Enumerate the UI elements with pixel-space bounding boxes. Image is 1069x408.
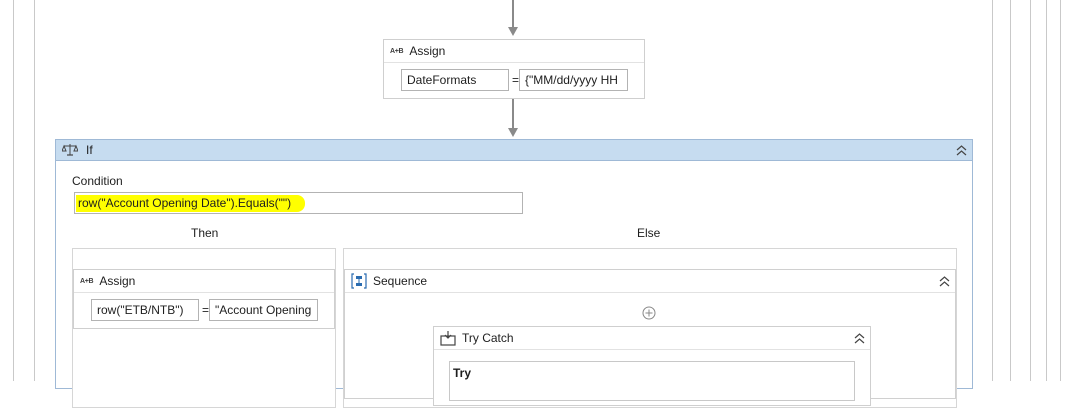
try-catch-icon [440, 330, 456, 346]
try-section[interactable]: Try [449, 361, 855, 401]
double-chevron-up-icon[interactable] [937, 274, 951, 288]
assign-header[interactable]: A+B Assign [74, 270, 334, 293]
flow-connector [512, 0, 514, 28]
assign-activity-top[interactable]: A+B Assign DateFormats = {"MM/dd/yyyy HH [383, 39, 645, 99]
sequence-header[interactable]: Sequence [345, 270, 955, 293]
condition-input[interactable]: row("Account Opening Date").Equals("") [74, 192, 523, 214]
assign-icon: A+B [80, 277, 94, 285]
assign-value-field[interactable]: {"MM/dd/yyyy HH [519, 69, 628, 91]
scope-border-right-5 [1060, 0, 1061, 381]
if-header[interactable]: If [56, 140, 972, 161]
scope-border-right-2 [1010, 0, 1011, 381]
double-chevron-up-icon[interactable] [954, 143, 968, 157]
scale-icon [61, 143, 79, 157]
assign-equals: = [512, 73, 520, 87]
try-catch-title: Try Catch [462, 331, 514, 345]
condition-text: row("Account Opening Date").Equals("") [76, 195, 306, 212]
then-label: Then [191, 226, 219, 240]
if-activity[interactable]: If Condition row("Account Opening Date")… [55, 139, 973, 408]
assign-title: Assign [99, 274, 136, 288]
assign-to-field[interactable]: DateFormats [401, 69, 509, 91]
scope-border-right-4 [1046, 0, 1047, 381]
try-catch-activity[interactable]: Try Catch Try [433, 326, 871, 406]
sequence-icon [351, 273, 367, 289]
flow-arrow-head [508, 128, 518, 137]
flow-arrow-head [508, 27, 518, 36]
flow-connector [512, 99, 514, 129]
assign-header[interactable]: A+B Assign [384, 40, 644, 63]
sequence-activity[interactable]: Sequence Try Catch Try [344, 269, 956, 406]
assign-activity-then[interactable]: A+B Assign row("ETB/NTB") = "Account Ope… [73, 269, 335, 329]
assign-to-field[interactable]: row("ETB/NTB") [91, 299, 199, 321]
scope-border-left-inner [34, 0, 35, 381]
condition-label: Condition [72, 174, 123, 188]
if-title: If [86, 143, 93, 157]
assign-icon: A+B [390, 47, 404, 55]
scope-border-right-1 [992, 0, 993, 381]
assign-equals: = [202, 303, 210, 317]
scope-border-right-3 [1030, 0, 1031, 381]
double-chevron-up-icon[interactable] [852, 331, 866, 345]
try-catch-header[interactable]: Try Catch [434, 327, 870, 350]
try-label: Try [453, 366, 472, 380]
else-label: Else [637, 226, 661, 240]
assign-value-field[interactable]: "Account Opening [209, 299, 318, 321]
scope-border-left-outer [13, 0, 14, 381]
assign-title: Assign [409, 44, 446, 58]
plus-circle-icon[interactable] [642, 306, 656, 320]
sequence-title: Sequence [373, 274, 428, 288]
